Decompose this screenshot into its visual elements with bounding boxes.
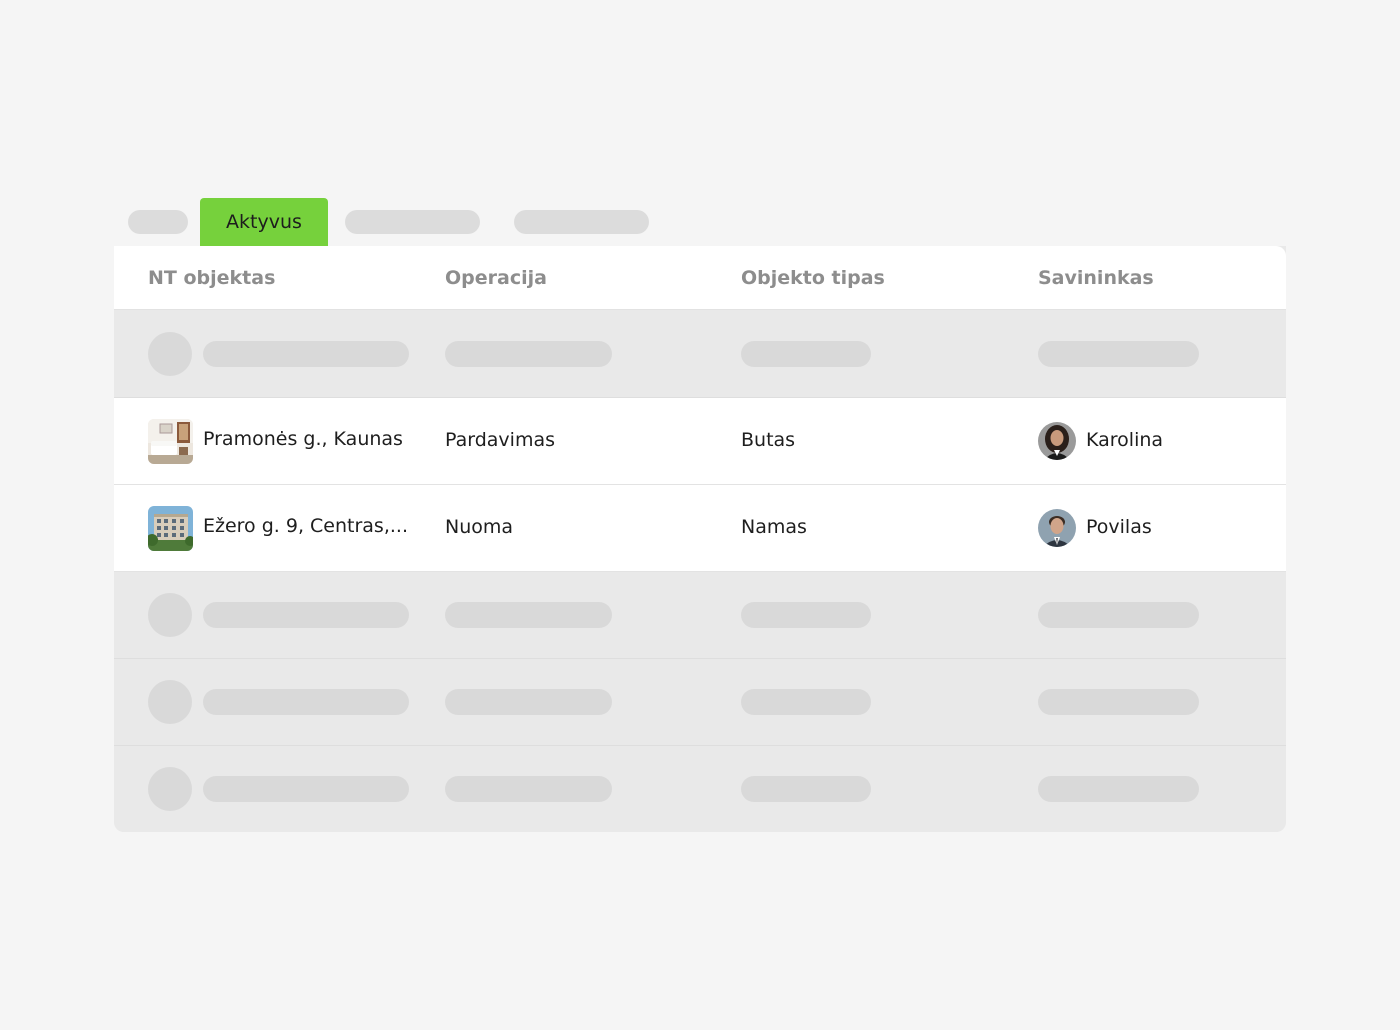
- skeleton-avatar: [148, 593, 192, 637]
- skeleton-text: [203, 689, 409, 715]
- column-header-operation[interactable]: Operacija: [445, 267, 547, 289]
- skeleton-text: [203, 776, 409, 802]
- tab-bar: Aktyvus: [0, 0, 1400, 250]
- column-header-property[interactable]: NT objektas: [148, 267, 275, 289]
- owner-avatar: [1038, 422, 1076, 460]
- operation-cell: Pardavimas: [445, 429, 556, 451]
- table-row[interactable]: Ežero g. 9, Centras,... Nuoma Namas Povi…: [114, 485, 1286, 572]
- tab-placeholder-3[interactable]: [514, 210, 649, 234]
- tab-placeholder-2[interactable]: [345, 210, 480, 234]
- property-address: Ežero g. 9, Centras,...: [203, 515, 408, 537]
- owner-avatar: [1038, 509, 1076, 547]
- skeleton-avatar: [148, 680, 192, 724]
- skeleton-row: [114, 659, 1286, 746]
- skeleton-text: [203, 602, 409, 628]
- type-cell: Butas: [741, 429, 796, 451]
- tab-aktyvus[interactable]: Aktyvus: [200, 198, 328, 246]
- property-address: Pramonės g., Kaunas: [203, 428, 403, 450]
- skeleton-text: [741, 602, 871, 628]
- skeleton-text: [741, 341, 871, 367]
- skeleton-row: [114, 746, 1286, 832]
- skeleton-text: [445, 341, 612, 367]
- skeleton-text: [741, 776, 871, 802]
- skeleton-text: [445, 776, 612, 802]
- property-thumbnail: [148, 506, 193, 551]
- skeleton-text: [445, 602, 612, 628]
- tab-aktyvus-label: Aktyvus: [226, 211, 302, 233]
- owner-name: Karolina: [1086, 429, 1164, 451]
- skeleton-text: [1038, 602, 1199, 628]
- property-thumbnail: [148, 419, 193, 464]
- skeleton-text: [1038, 776, 1199, 802]
- skeleton-avatar: [148, 767, 192, 811]
- skeleton-avatar: [148, 332, 192, 376]
- skeleton-text: [203, 341, 409, 367]
- skeleton-row: [114, 310, 1286, 398]
- skeleton-row: [114, 572, 1286, 659]
- column-header-type[interactable]: Objekto tipas: [741, 267, 885, 289]
- skeleton-text: [1038, 689, 1199, 715]
- owner-name: Povilas: [1086, 516, 1152, 538]
- table-row[interactable]: Pramonės g., Kaunas Pardavimas Butas Kar…: [114, 398, 1286, 485]
- skeleton-text: [1038, 341, 1199, 367]
- properties-table: NT objektas Operacija Objekto tipas Savi…: [114, 246, 1286, 832]
- table-header: NT objektas Operacija Objekto tipas Savi…: [114, 246, 1286, 310]
- operation-cell: Nuoma: [445, 516, 514, 538]
- skeleton-text: [445, 689, 612, 715]
- type-cell: Namas: [741, 516, 807, 538]
- column-header-owner[interactable]: Savininkas: [1038, 267, 1154, 289]
- skeleton-text: [741, 689, 871, 715]
- tab-placeholder-1[interactable]: [128, 210, 188, 234]
